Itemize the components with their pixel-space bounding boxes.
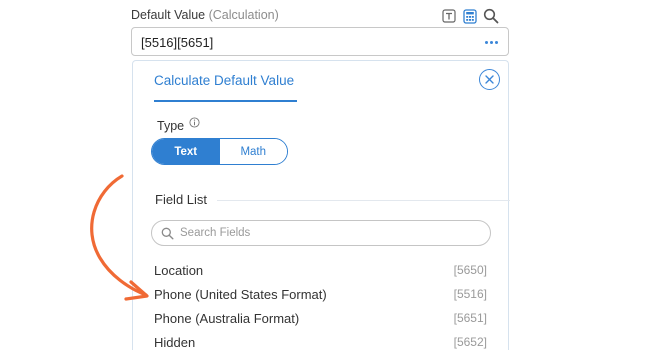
text-icon[interactable] bbox=[440, 7, 458, 25]
close-icon[interactable] bbox=[479, 69, 500, 90]
type-option-text[interactable]: Text bbox=[152, 139, 220, 164]
list-item[interactable]: Location [5650] bbox=[154, 258, 487, 282]
search-icon bbox=[161, 227, 174, 239]
more-dots-icon[interactable] bbox=[485, 41, 498, 44]
search-fields-input[interactable]: Search Fields bbox=[151, 220, 491, 246]
field-list: Location [5650] Phone (United States For… bbox=[154, 258, 487, 350]
type-label: Type bbox=[157, 119, 185, 133]
type-option-math[interactable]: Math bbox=[219, 139, 287, 164]
field-name: Hidden bbox=[154, 334, 196, 350]
field-toolbar bbox=[440, 7, 500, 25]
curved-arrow-annotation bbox=[90, 174, 149, 301]
default-value-label: Default Value (Calculation) bbox=[131, 8, 279, 22]
search-placeholder: Search Fields bbox=[180, 227, 251, 239]
field-id: [5651] bbox=[453, 311, 487, 325]
default-value-text: [5516][5651] bbox=[141, 35, 214, 50]
field-id: [5650] bbox=[453, 263, 487, 277]
field-id: [5652] bbox=[453, 335, 487, 349]
default-value-input[interactable]: [5516][5651] bbox=[131, 27, 509, 56]
active-tab-indicator bbox=[154, 100, 297, 102]
type-toggle: Text Math bbox=[151, 138, 288, 165]
field-id: [5516] bbox=[453, 287, 487, 301]
calculate-panel: Calculate Default Value Type Text Math F… bbox=[132, 60, 510, 350]
info-icon[interactable] bbox=[189, 115, 200, 133]
list-item[interactable]: Hidden [5652] bbox=[154, 330, 487, 350]
label-text: Default Value bbox=[131, 8, 206, 22]
label-suffix: (Calculation) bbox=[208, 8, 279, 22]
field-name: Phone (United States Format) bbox=[154, 286, 327, 302]
tab-calculate-default-value[interactable]: Calculate Default Value bbox=[154, 73, 294, 88]
search-icon[interactable] bbox=[482, 7, 500, 25]
field-name: Location bbox=[154, 262, 204, 278]
list-item[interactable]: Phone (United States Format) [5516] bbox=[154, 282, 487, 306]
list-item[interactable]: Phone (Australia Format) [5651] bbox=[154, 306, 487, 330]
calculator-icon[interactable] bbox=[461, 7, 479, 25]
field-name: Phone (Australia Format) bbox=[154, 310, 300, 326]
